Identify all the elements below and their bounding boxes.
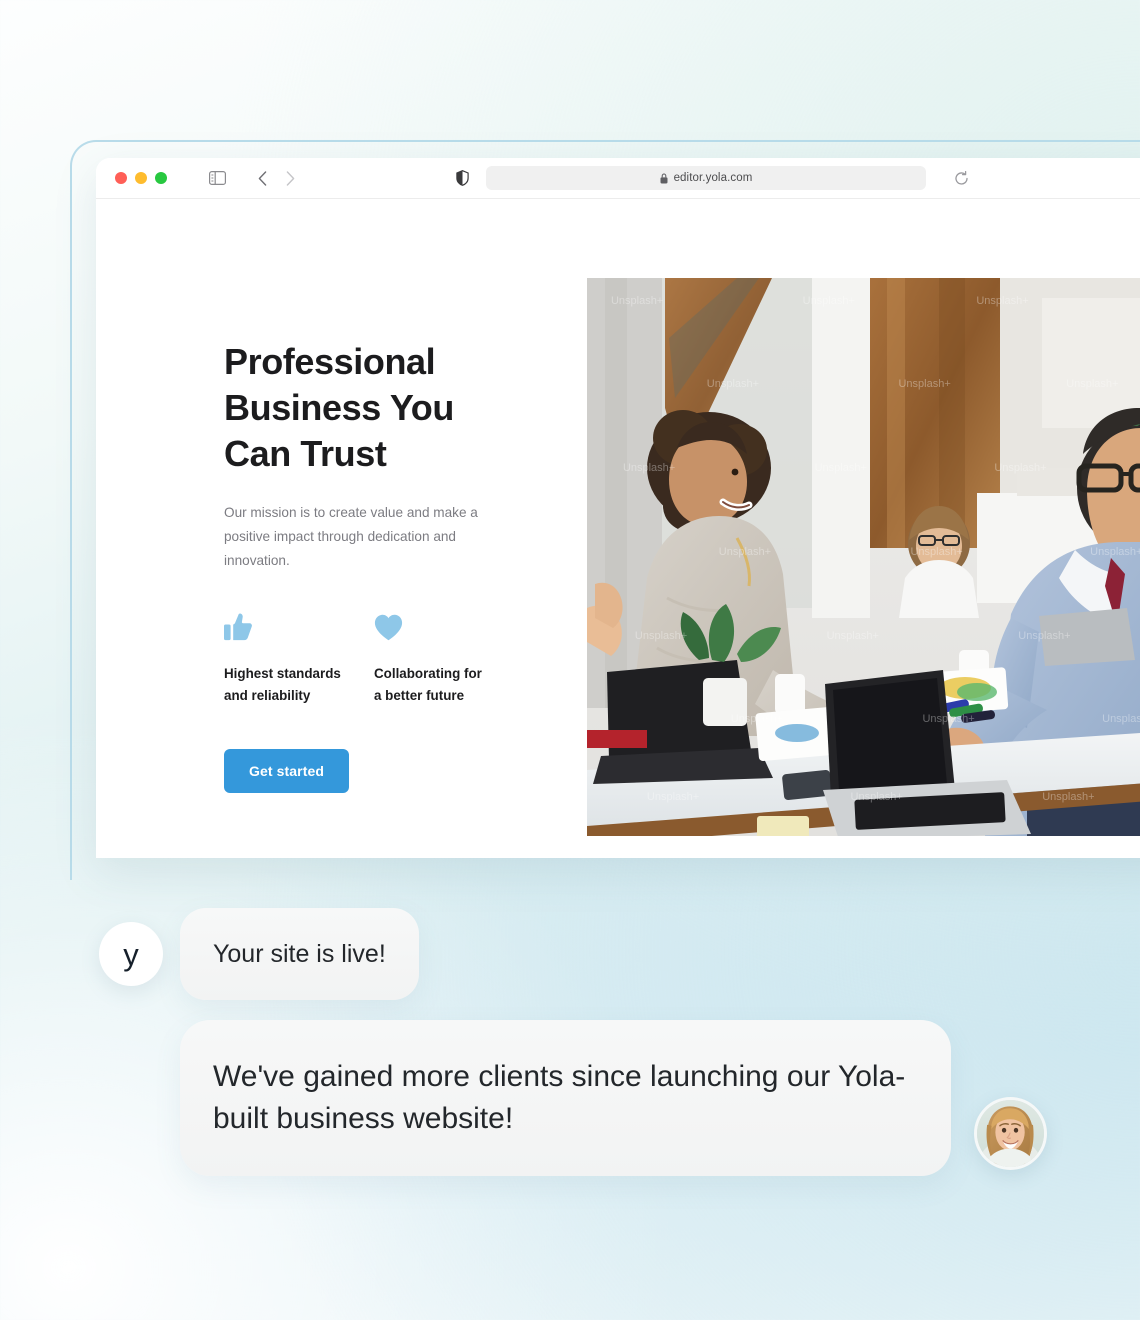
feature-label: Highest standards and reliability [224, 666, 341, 703]
chat-message-row-1: y Your site is live! [99, 908, 419, 1000]
minimize-window-button[interactable] [135, 172, 147, 184]
address-bar[interactable]: editor.yola.com [486, 166, 926, 190]
lock-icon [660, 172, 668, 184]
window-controls[interactable] [115, 172, 167, 184]
back-icon[interactable] [252, 170, 272, 186]
chat-bubble-testimonial: We've gained more clients since launchin… [180, 1020, 951, 1176]
hero-image: Unsplash+ Unsplash+ Unsplash+ Unsplash+ … [587, 278, 1140, 836]
get-started-button[interactable]: Get started [224, 749, 350, 793]
navigation-buttons[interactable] [252, 170, 300, 186]
chat-bubble-site-live: Your site is live! [180, 908, 419, 1000]
maximize-window-button[interactable] [155, 172, 167, 184]
avatar [974, 1097, 1047, 1170]
privacy-shield-icon[interactable] [456, 170, 469, 186]
feature-item-collaboration: Collaborating for a better future [374, 611, 524, 707]
close-window-button[interactable] [115, 172, 127, 184]
browser-window: editor.yola.com Professional Business Yo… [96, 158, 1140, 858]
feature-item-standards: Highest standards and reliability [224, 611, 374, 707]
hero-subheading: Our mission is to create value and make … [224, 505, 478, 568]
feature-list: Highest standards and reliability Collab… [224, 611, 524, 707]
thumbs-up-icon [224, 611, 374, 641]
page-title: Professional Business You Can Trust [224, 341, 454, 474]
heart-icon [374, 611, 524, 641]
chat-message-row-2: We've gained more clients since launchin… [180, 1020, 1047, 1176]
feature-label: Collaborating for a better future [374, 666, 482, 703]
reload-icon[interactable] [954, 170, 969, 186]
sidebar-toggle-icon[interactable] [209, 171, 226, 185]
browser-toolbar: editor.yola.com [96, 158, 1140, 199]
yola-logo-avatar: y [99, 922, 163, 986]
hero-text-column: Professional Business You Can Trust Our … [224, 339, 524, 793]
website-canvas: Professional Business You Can Trust Our … [96, 199, 1140, 858]
address-bar-url: editor.yola.com [673, 172, 753, 184]
forward-icon[interactable] [280, 170, 300, 186]
